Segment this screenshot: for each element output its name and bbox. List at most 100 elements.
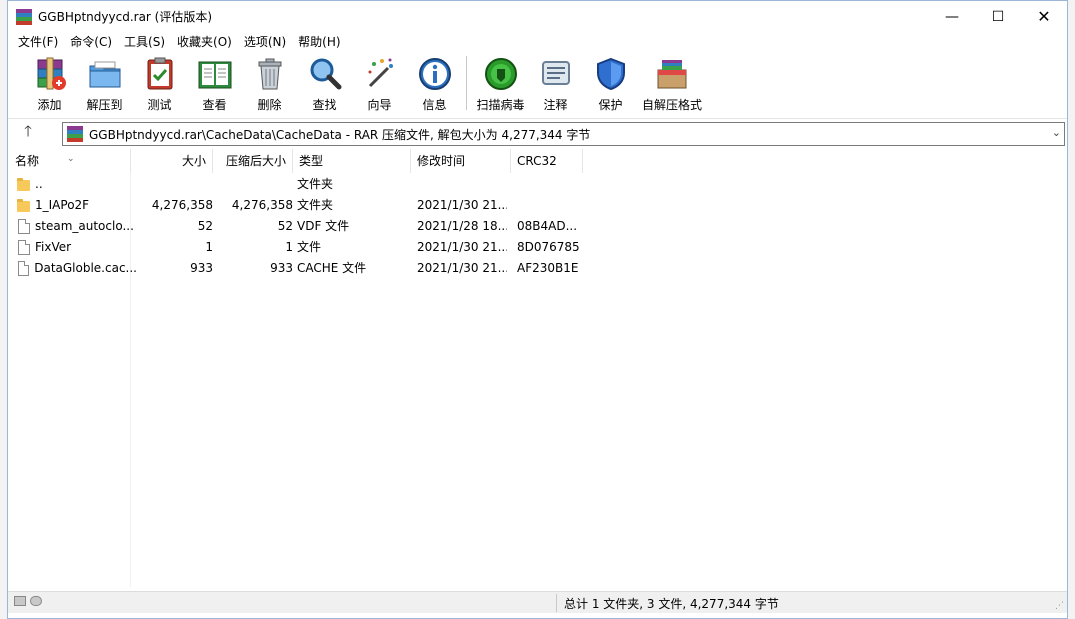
- file-packed-size: [213, 174, 293, 195]
- menu-help[interactable]: 帮助(H): [292, 32, 346, 52]
- file-crc: [517, 195, 583, 216]
- column-modified[interactable]: 修改时间: [411, 149, 511, 173]
- resize-grip-icon[interactable]: ⋰: [1055, 601, 1064, 611]
- file-packed-size: 1: [285, 240, 293, 254]
- file-type: VDF 文件: [297, 219, 350, 233]
- winrar-app-icon: [16, 8, 32, 25]
- file-name: FixVer: [35, 240, 72, 254]
- key-icon[interactable]: [30, 596, 42, 606]
- delete-button[interactable]: 删除: [242, 54, 297, 112]
- column-name-label: 名称: [15, 154, 40, 168]
- file-list: .. 文件夹 1_IAPo2F 4,276,358 4,276,358 文件夹 …: [9, 174, 1064, 279]
- chevron-down-icon[interactable]: ⌄: [1052, 126, 1061, 139]
- wizard-wand-icon: [362, 56, 398, 92]
- view-button[interactable]: 查看: [187, 54, 242, 112]
- file-name: ..: [35, 177, 43, 191]
- menu-bar: 文件(F) 命令(C) 工具(S) 收藏夹(O) 选项(N) 帮助(H): [8, 32, 1067, 52]
- file-modified: 2021/1/30 21...: [417, 261, 507, 275]
- file-packed-size: 4,276,358: [231, 198, 293, 212]
- title-bar[interactable]: GGBHptndyycd.rar (评估版本) — ☐ ✕: [8, 1, 1067, 32]
- menu-tools[interactable]: 工具(S): [118, 32, 171, 52]
- table-row[interactable]: DataGloble.cac... 933 933 CACHE 文件 2021/…: [9, 258, 1064, 279]
- file-icon: [18, 240, 30, 255]
- column-size[interactable]: 大小: [131, 149, 213, 173]
- up-folder-button[interactable]: 🡑: [8, 121, 48, 146]
- info-label: 信息: [422, 98, 447, 112]
- status-bar: 总计 1 文件夹, 3 文件, 4,277,344 字节 ⋰: [8, 591, 1067, 613]
- file-size: 1: [205, 240, 213, 254]
- maximize-button[interactable]: ☐: [975, 1, 1021, 32]
- info-icon: [417, 56, 453, 92]
- virus-scan-icon: [483, 56, 519, 92]
- file-type: 文件夹: [297, 177, 334, 191]
- extract-folder-icon: [87, 56, 123, 92]
- file-modified: [417, 174, 507, 195]
- sfx-label: 自解压格式: [641, 98, 702, 112]
- virus-scan-label: 扫描病毒: [476, 98, 525, 112]
- find-button[interactable]: 查找: [297, 54, 352, 112]
- column-header: 名称 ⌄ 大小 压缩后大小 类型 修改时间 CRC32: [9, 149, 1064, 173]
- file-size: 4,276,358: [151, 198, 213, 212]
- column-packed[interactable]: 压缩后大小: [213, 149, 293, 173]
- comment-label: 注释: [543, 98, 568, 112]
- shield-icon: [593, 56, 629, 92]
- sfx-button[interactable]: 自解压格式: [638, 54, 706, 112]
- file-packed-size: 933: [270, 261, 293, 275]
- file-packed-size: 52: [277, 219, 293, 233]
- table-row[interactable]: 1_IAPo2F 4,276,358 4,276,358 文件夹 2021/1/…: [9, 195, 1064, 216]
- file-size: 52: [197, 219, 213, 233]
- table-row[interactable]: FixVer 1 1 文件 2021/1/30 21... 8D076785: [9, 237, 1064, 258]
- magnifier-icon: [307, 56, 343, 92]
- info-button[interactable]: 信息: [407, 54, 462, 112]
- folder-icon: [17, 198, 31, 213]
- file-type: 文件夹: [297, 198, 334, 212]
- menu-options[interactable]: 选项(N): [238, 32, 292, 52]
- comment-icon: [538, 56, 574, 92]
- virus-scan-button[interactable]: 扫描病毒: [473, 54, 528, 112]
- wizard-button[interactable]: 向导: [352, 54, 407, 112]
- extract-to-label: 解压到: [86, 98, 123, 112]
- desktop-background-right: [1067, 0, 1075, 619]
- column-crc[interactable]: CRC32: [511, 149, 583, 173]
- address-bar: 🡑 GGBHptndyycd.rar\CacheData\CacheData -…: [8, 118, 1067, 148]
- winrar-window: GGBHptndyycd.rar (评估版本) — ☐ ✕ 文件(F) 命令(C…: [7, 0, 1068, 619]
- status-separator: [556, 594, 557, 612]
- menu-file[interactable]: 文件(F): [12, 32, 64, 52]
- drive-icon[interactable]: [14, 596, 26, 606]
- table-row[interactable]: steam_autoclo... 52 52 VDF 文件 2021/1/28 …: [9, 216, 1064, 237]
- test-button[interactable]: 测试: [132, 54, 187, 112]
- test-label: 测试: [147, 98, 172, 112]
- protect-button[interactable]: 保护: [583, 54, 638, 112]
- add-archive-icon: [32, 56, 68, 92]
- file-name: DataGloble.cac...: [34, 261, 137, 275]
- add-button[interactable]: 添加: [22, 54, 77, 112]
- find-label: 查找: [312, 98, 337, 112]
- column-name[interactable]: 名称 ⌄: [9, 149, 131, 173]
- table-row[interactable]: .. 文件夹: [9, 174, 1064, 195]
- minimize-button[interactable]: —: [929, 1, 975, 32]
- file-crc: [517, 174, 583, 195]
- file-size: 933: [190, 261, 213, 275]
- column-type[interactable]: 类型: [293, 149, 411, 173]
- protect-label: 保护: [598, 98, 623, 112]
- extract-to-button[interactable]: 解压到: [77, 54, 132, 112]
- wizard-label: 向导: [367, 98, 392, 112]
- menu-favorites[interactable]: 收藏夹(O): [171, 32, 238, 52]
- file-size: [137, 174, 213, 195]
- status-summary: 总计 1 文件夹, 3 文件, 4,277,344 字节: [564, 597, 779, 611]
- file-crc: 08B4AD...: [517, 219, 578, 233]
- toolbar: 添加 解压到 测试 查看 删除 查找 向导 信息 扫描病毒 注释 保护 自解压格…: [8, 54, 1067, 116]
- close-button[interactable]: ✕: [1021, 1, 1067, 32]
- file-crc: AF230B1E: [517, 261, 579, 275]
- window-title: GGBHptndyycd.rar (评估版本): [38, 10, 213, 24]
- test-clipboard-icon: [142, 56, 178, 92]
- view-label: 查看: [202, 98, 227, 112]
- view-book-icon: [197, 56, 233, 92]
- delete-label: 删除: [257, 98, 282, 112]
- rar-archive-icon: [67, 126, 83, 142]
- path-text: GGBHptndyycd.rar\CacheData\CacheData - R…: [89, 127, 591, 142]
- file-modified: 2021/1/28 18...: [417, 219, 507, 233]
- comment-button[interactable]: 注释: [528, 54, 583, 112]
- menu-commands[interactable]: 命令(C): [64, 32, 118, 52]
- path-combobox[interactable]: GGBHptndyycd.rar\CacheData\CacheData - R…: [62, 122, 1065, 146]
